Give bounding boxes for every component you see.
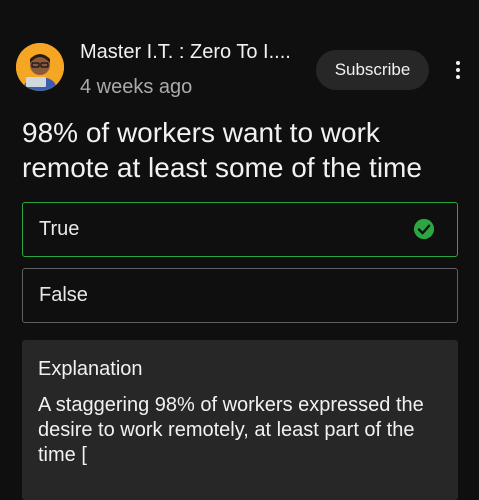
quiz-option-true[interactable]: True <box>22 202 458 257</box>
explanation-body: A staggering 98% of workers expressed th… <box>38 394 424 466</box>
explanation-panel: Explanation A staggering 98% of workers … <box>22 340 458 500</box>
avatar-image <box>16 43 64 91</box>
check-circle-icon <box>413 218 435 240</box>
channel-name[interactable]: Master I.T. : Zero To I.... <box>80 41 305 64</box>
more-vertical-icon[interactable] <box>446 58 470 82</box>
channel-avatar[interactable] <box>16 43 64 91</box>
quiz-question: 98% of workers want to work remote at le… <box>22 117 422 183</box>
quiz-option-label: False <box>39 284 88 306</box>
post-timestamp: 4 weeks ago <box>80 76 193 98</box>
explanation-title: Explanation <box>38 358 143 380</box>
quiz-option-false[interactable]: False <box>22 268 458 323</box>
subscribe-button[interactable]: Subscribe <box>316 50 429 90</box>
quiz-option-label: True <box>39 218 80 240</box>
